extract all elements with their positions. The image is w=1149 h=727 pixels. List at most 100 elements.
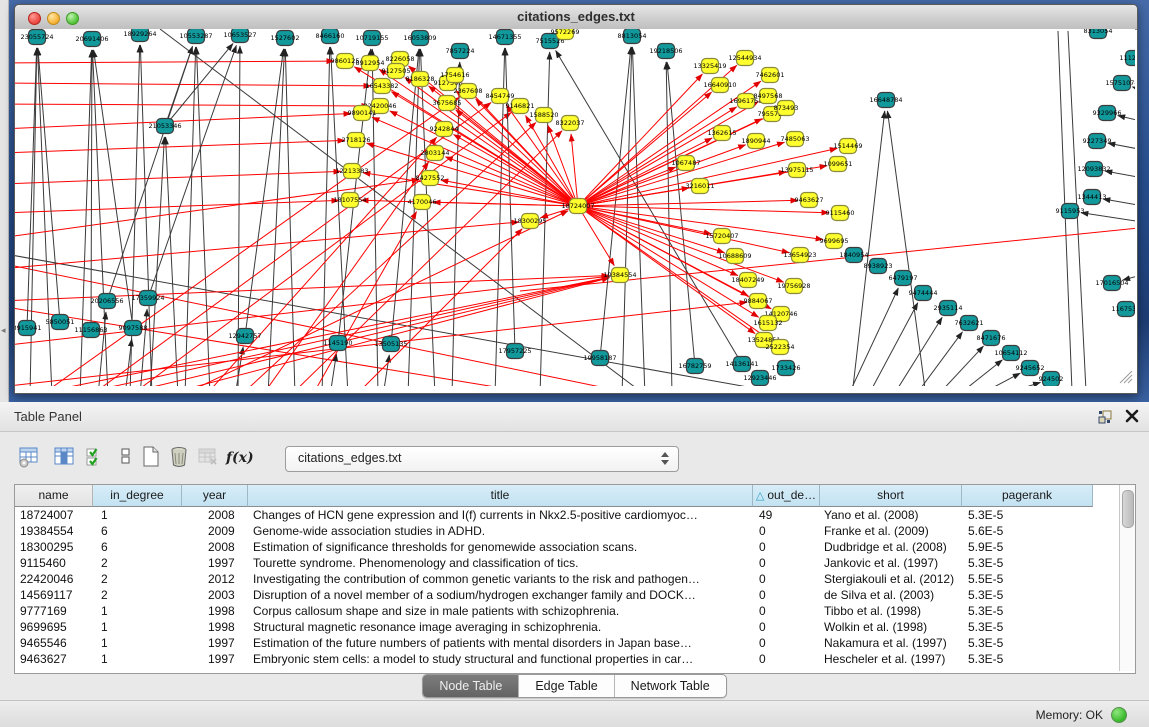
column-header-out_de[interactable]: △out_de… [753,485,820,507]
graph-node[interactable]: 5850051 [46,315,75,330]
graph-node[interactable]: 12942757 [228,329,261,344]
close-window-icon[interactable] [28,12,41,25]
graph-node[interactable]: 7462601 [756,68,785,83]
graph-node[interactable]: 16648784 [869,93,902,108]
table-row[interactable]: 977716911998Corpus callosum shape and si… [15,603,1119,619]
graph-node[interactable]: 9227349 [1083,134,1112,149]
graph-node[interactable]: 13654923 [783,248,816,263]
graph-node[interactable]: 8912954 [356,56,385,71]
graph-node[interactable]: 9699695 [820,234,849,249]
float-panel-icon[interactable] [1098,409,1114,425]
graph-node[interactable]: 15720407 [705,229,738,244]
graph-node[interactable]: 9463627 [795,193,824,208]
graph-node[interactable]: 17359924 [131,291,164,306]
graph-node[interactable]: 13325419 [693,59,726,74]
graph-node[interactable]: 10654112 [994,346,1027,361]
graph-node[interactable]: 12093832 [1077,162,1110,177]
memory-status-indicator[interactable] [1111,707,1127,723]
tab-network-table[interactable]: Network Table [615,675,726,697]
graph-node[interactable]: 1167531 [1112,302,1135,317]
network-canvas[interactable]: 2305572420691406189292641055328710653527… [15,29,1135,386]
tab-node-table[interactable]: Node Table [423,675,519,697]
graph-node[interactable]: 924502 [1039,372,1064,387]
minimize-window-icon[interactable] [47,12,60,25]
graph-node[interactable]: 9115953 [1056,204,1085,219]
graph-node[interactable]: 10688609 [718,249,751,264]
graph-node[interactable]: 6479197 [889,271,918,286]
close-panel-icon[interactable] [1124,408,1140,424]
graph-node[interactable]: 18300295 [513,214,546,229]
table-row[interactable]: 969969511998Structural magnetic resonanc… [15,619,1119,635]
graph-node[interactable]: 3915941 [15,321,41,336]
graph-node[interactable]: 12544934 [728,51,761,66]
show-columns-icon[interactable] [53,445,75,469]
graph-node[interactable]: 17957225 [498,344,531,359]
table-row[interactable]: 1456911722003Disruption of a novel membe… [15,587,1119,603]
table-row[interactable]: 1938455462009Genome-wide association stu… [15,523,1119,539]
graph-node[interactable]: 13975115 [780,163,813,178]
select-rows-icon[interactable] [84,445,106,469]
graph-node[interactable]: 8322037 [556,116,585,131]
graph-node[interactable]: 1890944 [742,134,771,149]
column-header-pagerank[interactable]: pagerank [962,485,1093,507]
graph-node[interactable]: 16782759 [678,359,711,374]
graph-node[interactable]: 8466160 [316,29,345,44]
table-row[interactable]: 1830029562008Estimation of significance … [15,539,1119,555]
column-header-in_degree[interactable]: in_degree [93,485,182,507]
graph-node[interactable]: 16053809 [403,31,436,46]
table-row[interactable]: 946362711997Embryonic stem cells: a mode… [15,651,1119,667]
graph-node[interactable]: 9115460 [826,206,855,221]
graph-node[interactable]: 1514469 [834,139,863,154]
delete-table-icon[interactable] [168,445,190,469]
graph-node[interactable]: 2718126 [342,133,371,148]
graph-node[interactable]: 10653527 [223,29,256,43]
graph-node[interactable]: 11156863 [74,323,107,338]
graph-node[interactable]: 15751074 [1105,76,1135,91]
graph-node[interactable]: 1527602 [271,31,300,46]
graph-node[interactable]: 8427552 [416,171,445,186]
graph-node[interactable]: 1344413 [1078,190,1107,205]
table-row[interactable]: 946554611997Estimation of the future num… [15,635,1119,651]
column-header-short[interactable]: short [820,485,962,507]
graph-node[interactable]: 9329966 [1093,106,1122,121]
column-header-name[interactable]: name [15,485,93,507]
graph-node[interactable]: 19958187 [583,351,616,366]
graph-node[interactable]: 12923446 [743,371,776,386]
vertical-scrollbar[interactable] [1119,485,1135,671]
graph-node[interactable]: 1112734 [1120,51,1135,66]
graph-node[interactable]: 8471676 [977,331,1006,346]
graph-node[interactable]: 8813054 [618,29,647,44]
new-table-icon[interactable] [140,445,162,469]
graph-node[interactable]: 1099651 [824,157,853,172]
graph-node[interactable]: 4170046 [408,195,437,210]
graph-node[interactable]: 17016504 [1095,276,1128,291]
graph-node[interactable]: 20691406 [75,32,108,47]
row-height-icon[interactable] [115,445,137,469]
table-options-icon[interactable] [18,445,40,469]
graph-node[interactable]: 23055724 [20,30,53,45]
graph-node[interactable]: 14671355 [488,30,521,45]
zoom-window-icon[interactable] [66,12,79,25]
window-titlebar[interactable]: citations_edges.txt [15,5,1137,30]
table-row[interactable]: 911546021997Tourette syndrome. Phenomeno… [15,555,1119,571]
graph-node[interactable]: 7485063 [781,132,810,147]
scrollbar-thumb[interactable] [1122,490,1134,528]
graph-node[interactable]: 19756928 [777,279,810,294]
graph-node[interactable]: 1145190 [324,336,353,351]
left-splitter[interactable]: ◂ [0,0,9,402]
graph-node[interactable]: 2935114 [934,301,963,316]
table-row[interactable]: 2242004622012Investigating the contribut… [15,571,1119,587]
graph-node[interactable]: 1840954 [840,248,869,263]
function-builder-icon[interactable]: f(x) [226,450,254,466]
graph-node[interactable]: 7857224 [446,44,475,59]
resize-grip-icon[interactable] [1120,371,1132,383]
tab-edge-table[interactable]: Edge Table [519,675,614,697]
graph-node[interactable]: 7632621 [955,316,984,331]
graph-node[interactable]: 8313054 [1084,29,1113,39]
splitter-collapse-icon[interactable]: ◂ [1,325,6,336]
graph-node[interactable]: 18929264 [123,29,156,42]
graph-node[interactable]: 19218506 [649,44,682,59]
graph-node[interactable]: 10719155 [355,31,388,46]
table-row[interactable]: 1872400712008Changes of HCN gene express… [15,507,1119,523]
graph-node[interactable]: 14136141 [725,357,758,372]
